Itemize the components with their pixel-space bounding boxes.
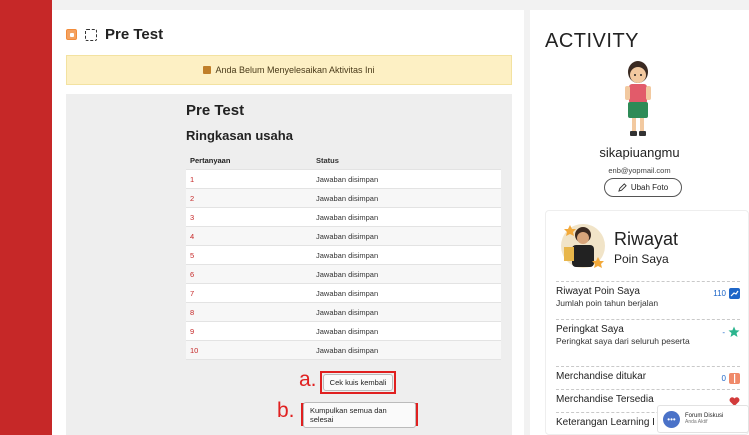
submit-all-button[interactable]: Kumpulkan semua dan selesai bbox=[303, 401, 416, 428]
merch-available-item[interactable]: Merchandise Tersedia bbox=[556, 389, 740, 406]
chat-icon: ••• bbox=[663, 410, 680, 428]
item-value: 110 bbox=[713, 288, 740, 299]
table-row: 10 Jawaban disimpan bbox=[186, 341, 501, 360]
status-text: Jawaban disimpan bbox=[316, 250, 379, 260]
points-value: 110 bbox=[713, 289, 726, 298]
question-link[interactable]: 3 bbox=[186, 213, 316, 222]
card-subtitle: Poin Saya bbox=[614, 252, 669, 266]
annotation-a: a. bbox=[299, 368, 317, 391]
review-button-highlight: Cek kuis kembali bbox=[320, 371, 396, 394]
status-text: Jawaban disimpan bbox=[316, 231, 379, 241]
points-card: Riwayat Poin Saya Riwayat Poin Saya Juml… bbox=[545, 210, 749, 435]
question-link[interactable]: 10 bbox=[186, 346, 316, 355]
question-link[interactable]: 6 bbox=[186, 270, 316, 279]
item-desc: Jumlah poin tahun berjalan bbox=[556, 298, 659, 308]
table-row: 8 Jawaban disimpan bbox=[186, 303, 501, 322]
item-label: Merchandise Tersedia bbox=[556, 394, 654, 405]
table-header: Pertanyaan Status bbox=[186, 152, 501, 170]
question-link[interactable]: 5 bbox=[186, 251, 316, 260]
incomplete-banner: Anda Belum Menyelesaikan Aktivitas Ini bbox=[66, 55, 512, 85]
table-row: 1 Jawaban disimpan bbox=[186, 170, 501, 189]
user-email: enb@yopmail.com bbox=[608, 166, 671, 175]
star-icon bbox=[728, 326, 740, 337]
status-text: Jawaban disimpan bbox=[316, 193, 379, 203]
quiz-summary: Pre Test Ringkasan usaha Pertanyaan Stat… bbox=[66, 94, 512, 435]
ranking-item[interactable]: Peringkat Saya Peringkat saya dari selur… bbox=[556, 319, 740, 346]
item-desc: Peringkat saya dari seluruh peserta bbox=[556, 336, 690, 346]
activity-sidebar: ACTIVITY sikapiuangmu enb@yopmail.com Ub… bbox=[530, 10, 749, 435]
rank-value: - bbox=[722, 327, 725, 337]
col-status: Status bbox=[316, 156, 339, 165]
quiz-title: Pre Test bbox=[186, 102, 245, 119]
question-link[interactable]: 2 bbox=[186, 194, 316, 203]
summary-title: Ringkasan usaha bbox=[186, 128, 293, 143]
edit-photo-label: Ubah Foto bbox=[630, 183, 669, 192]
forum-status: Anda Aktif bbox=[685, 419, 708, 425]
status-text: Jawaban disimpan bbox=[316, 212, 379, 222]
submit-button-highlight: Kumpulkan semua dan selesai bbox=[301, 401, 418, 428]
points-illustration bbox=[561, 224, 605, 268]
card-title: Riwayat bbox=[614, 229, 679, 249]
forum-chat-widget[interactable]: ••• Forum Diskusi Anda Aktif bbox=[657, 405, 749, 433]
table-row: 2 Jawaban disimpan bbox=[186, 189, 501, 208]
item-value: 0 bbox=[722, 373, 740, 384]
main-panel: Pre Test Anda Belum Menyelesaikan Aktivi… bbox=[52, 10, 524, 435]
user-avatar bbox=[625, 61, 651, 136]
review-quiz-button[interactable]: Cek kuis kembali bbox=[322, 374, 394, 391]
question-link[interactable]: 4 bbox=[186, 232, 316, 241]
status-text: Jawaban disimpan bbox=[316, 307, 379, 317]
table-row: 6 Jawaban disimpan bbox=[186, 265, 501, 284]
gift-icon bbox=[729, 373, 740, 384]
status-text: Jawaban disimpan bbox=[316, 269, 379, 279]
merch-redeemed-value: 0 bbox=[721, 374, 726, 383]
table-row: 9 Jawaban disimpan bbox=[186, 322, 501, 341]
points-history-item[interactable]: Riwayat Poin Saya Jumlah poin tahun berj… bbox=[556, 281, 740, 308]
status-text: Jawaban disimpan bbox=[316, 174, 379, 184]
question-link[interactable]: 1 bbox=[186, 175, 316, 184]
status-text: Jawaban disimpan bbox=[316, 326, 379, 336]
item-label: Merchandise ditukar bbox=[556, 371, 647, 382]
activity-type-icon bbox=[66, 29, 77, 40]
left-red-bar bbox=[0, 0, 52, 435]
table-row: 3 Jawaban disimpan bbox=[186, 208, 501, 227]
sidebar-title: ACTIVITY bbox=[545, 30, 640, 52]
table-row: 5 Jawaban disimpan bbox=[186, 246, 501, 265]
question-link[interactable]: 7 bbox=[186, 289, 316, 298]
question-link[interactable]: 9 bbox=[186, 327, 316, 336]
page: Pre Test Anda Belum Menyelesaikan Aktivi… bbox=[0, 0, 749, 435]
summary-table: Pertanyaan Status 1 Jawaban disimpan 2 Jaw… bbox=[186, 152, 501, 360]
username: sikapiuangmu bbox=[599, 145, 680, 160]
checkbox-icon[interactable] bbox=[85, 28, 97, 41]
table-row: 4 Jawaban disimpan bbox=[186, 227, 501, 246]
activity-title: Pre Test bbox=[105, 26, 164, 43]
warning-icon bbox=[203, 66, 212, 74]
merch-redeemed-item[interactable]: Merchandise ditukar 0 bbox=[556, 366, 740, 384]
activity-header: Pre Test bbox=[66, 26, 163, 43]
banner-text: Anda Belum Menyelesaikan Aktivitas Ini bbox=[215, 65, 375, 75]
chart-icon bbox=[729, 288, 740, 299]
annotation-b: b. bbox=[277, 399, 295, 422]
forum-text: Forum Diskusi Anda Aktif bbox=[685, 413, 723, 425]
item-value: - bbox=[722, 326, 740, 338]
table-row: 7 Jawaban disimpan bbox=[186, 284, 501, 303]
status-text: Jawaban disimpan bbox=[316, 345, 379, 355]
pencil-icon bbox=[618, 183, 627, 192]
col-question: Pertanyaan bbox=[190, 156, 231, 165]
edit-photo-button[interactable]: Ubah Foto bbox=[604, 178, 682, 197]
item-label: Peringkat Saya bbox=[556, 324, 624, 335]
status-text: Jawaban disimpan bbox=[316, 288, 379, 298]
question-link[interactable]: 8 bbox=[186, 308, 316, 317]
